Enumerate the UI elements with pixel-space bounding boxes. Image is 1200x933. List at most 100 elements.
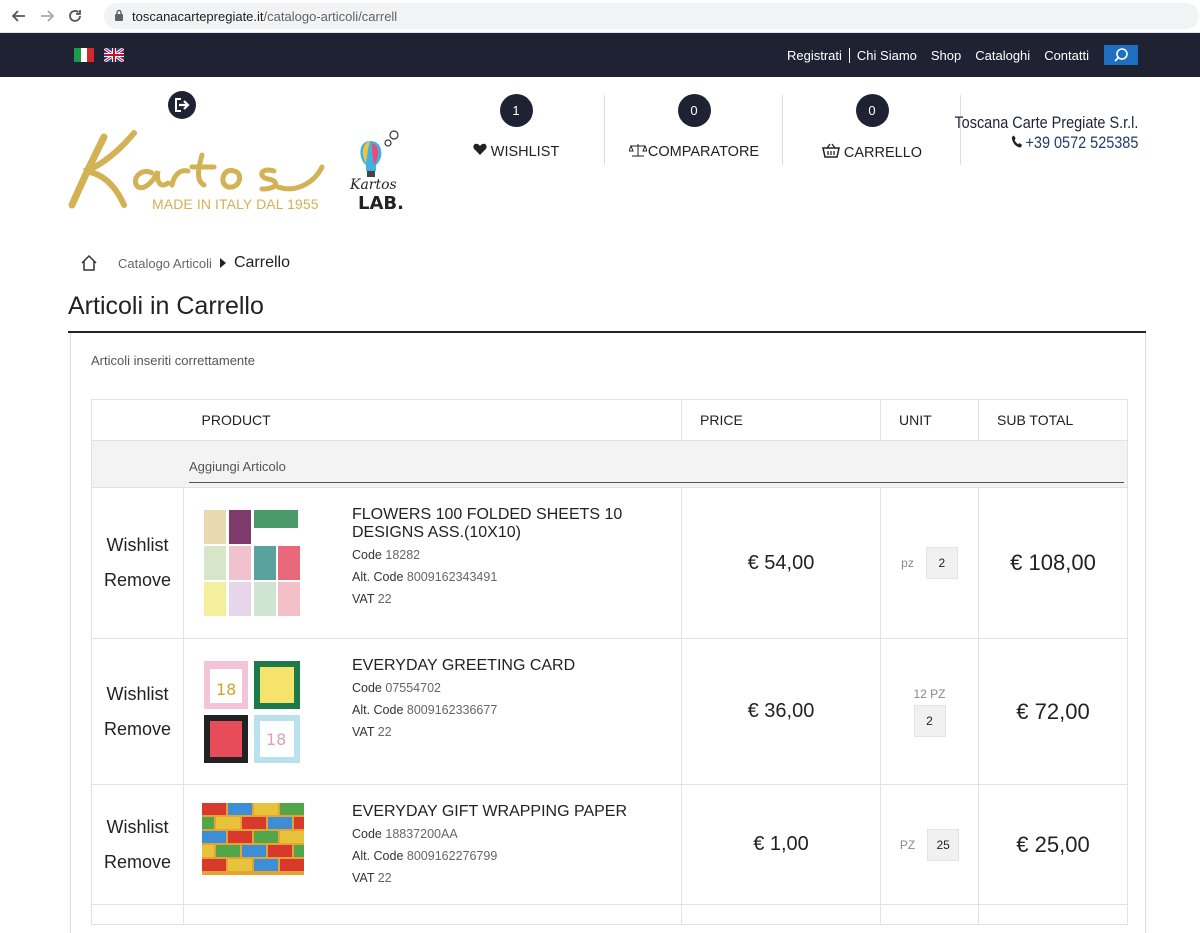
product-cell: EVERYDAY GIFT WRAPPING PAPER Code 188372…	[183, 784, 682, 905]
add-article-row: Aggiungi Articolo	[91, 440, 1128, 488]
code-label: Code	[352, 548, 382, 562]
company-phone[interactable]: +39 0572 525385	[954, 133, 1138, 153]
table-row	[91, 904, 1128, 925]
comparatore-count-badge: 0	[677, 94, 711, 127]
product-subtotal: € 108,00	[978, 487, 1128, 639]
svg-text:LAB.: LAB.	[358, 193, 404, 213]
wishlist-link[interactable]: Wishlist	[92, 817, 183, 838]
top-navigation: Registrati Chi Siamo Shop Cataloghi Cont…	[0, 33, 1200, 77]
top-links: Registrati Chi Siamo Shop Cataloghi Cont…	[780, 45, 1138, 65]
table-header-product: PRODUCT	[183, 399, 682, 441]
product-code: 18837200AA	[385, 827, 458, 841]
product-alt-code: 8009162336677	[406, 703, 498, 717]
quantity-input[interactable]: 2	[913, 704, 946, 737]
company-name: Toscana Carte Pregiate S.r.l.	[954, 113, 1138, 132]
remove-link[interactable]: Remove	[92, 852, 183, 873]
alt-code-label: Alt. Code	[352, 849, 404, 863]
header-divider	[604, 95, 605, 165]
product-name[interactable]: EVERYDAY GIFT WRAPPING PAPER	[352, 803, 642, 821]
product-price: € 1,00	[681, 784, 881, 905]
balance-scale-icon	[628, 143, 648, 161]
phone-icon	[1011, 133, 1022, 153]
remove-link[interactable]: Remove	[92, 719, 183, 740]
wishlist-label: WISHLIST	[490, 143, 560, 160]
search-icon	[1114, 48, 1128, 62]
svg-text:18: 18	[216, 680, 236, 699]
remove-link[interactable]: Remove	[92, 570, 183, 591]
phone-number: +39 0572 525385	[1025, 133, 1138, 152]
unit-cell: pz 2	[880, 487, 979, 639]
header-divider	[782, 95, 783, 165]
vat-label: VAT	[352, 871, 375, 885]
quantity-input[interactable]: 2	[925, 547, 958, 579]
product-cell: FLOWERS 100 FOLDED SHEETS 10 DESIGNS ASS…	[183, 487, 682, 639]
uk-flag-icon[interactable]	[104, 48, 124, 62]
table-header-unit: UNIT	[880, 399, 979, 441]
breadcrumb-catalogo-link[interactable]: Catalogo Articoli	[118, 256, 212, 271]
breadcrumb: Catalogo Articoli Carrello	[80, 254, 290, 272]
code-label: Code	[352, 681, 382, 695]
product-vat: 22	[377, 592, 392, 606]
product-image-wrapping-paper[interactable]	[202, 803, 304, 875]
product-info: EVERYDAY GREETING CARD Code 07554702 Alt…	[352, 657, 642, 741]
logo-tagline: MADE IN ITALY DAL 1955	[152, 196, 319, 212]
table-header-actions	[91, 399, 184, 441]
product-vat: 22	[377, 871, 392, 885]
contatti-link[interactable]: Contatti	[1037, 48, 1096, 63]
product-code: 18282	[385, 548, 421, 562]
alt-code-label: Alt. Code	[352, 570, 404, 584]
product-name[interactable]: FLOWERS 100 FOLDED SHEETS 10 DESIGNS ASS…	[352, 506, 642, 542]
product-image-greeting-card[interactable]: 18 18	[202, 659, 302, 765]
unit-cell: 12 PZ 2	[880, 638, 979, 785]
product-info: EVERYDAY GIFT WRAPPING PAPER Code 188372…	[352, 803, 642, 887]
vat-label: VAT	[352, 725, 375, 739]
page-title: Articoli in Carrello	[68, 292, 264, 320]
shop-link[interactable]: Shop	[924, 48, 968, 63]
comparatore-header[interactable]: 0 COMPARATORE	[628, 94, 760, 164]
table-row: Wishlist Remove FLOWERS 100 FOLDED SHEET…	[91, 487, 1128, 639]
add-article-input[interactable]: Aggiungi Articolo	[189, 459, 1124, 483]
breadcrumb-current: Carrello	[233, 254, 290, 271]
cart-table: PRODUCT PRICE UNIT SUB TOTAL Aggiungi Ar…	[91, 399, 1128, 925]
basket-icon	[821, 143, 840, 162]
success-notice: Articoli inseriti correttamente	[91, 353, 255, 368]
product-name[interactable]: EVERYDAY GREETING CARD	[352, 657, 642, 675]
kartos-lab-logo[interactable]: Kartos LAB.	[344, 129, 424, 213]
site-header: MADE IN ITALY DAL 1955 Kartos LAB. 1 WIS…	[0, 77, 1200, 237]
address-bar[interactable]: toscanacartepregiate.it/catalogo-articol…	[104, 3, 1199, 29]
table-header-price: PRICE	[681, 399, 881, 441]
italian-flag-icon[interactable]	[74, 48, 94, 62]
alt-code-label: Alt. Code	[352, 703, 404, 717]
code-label: Code	[352, 827, 382, 841]
reload-icon[interactable]	[64, 5, 86, 27]
search-button[interactable]	[1104, 45, 1138, 65]
unit-of-measure: pz	[901, 556, 914, 570]
product-alt-code: 8009162276799	[406, 849, 498, 863]
row-actions: Wishlist Remove	[91, 638, 184, 785]
wishlist-link[interactable]: Wishlist	[92, 684, 183, 705]
svg-text:Kartos: Kartos	[349, 177, 397, 193]
unit-cell: PZ 25	[880, 784, 979, 905]
product-image-flowers[interactable]	[202, 508, 302, 618]
url-host: toscanacartepregiate.it	[132, 8, 264, 24]
chi-siamo-link[interactable]: Chi Siamo	[850, 48, 924, 63]
home-icon[interactable]	[80, 254, 98, 272]
cart-panel: Articoli inseriti correttamente PRODUCT …	[70, 333, 1146, 933]
product-subtotal: € 72,00	[978, 638, 1128, 785]
product-price: € 36,00	[681, 638, 881, 785]
table-row: Wishlist Remove EVERYDAY GIFT WRAPPING P…	[91, 784, 1128, 905]
back-arrow-icon[interactable]	[8, 5, 30, 27]
wishlist-header[interactable]: 1 WISHLIST	[473, 94, 559, 164]
quantity-input[interactable]: 25	[927, 828, 960, 861]
logout-icon[interactable]	[168, 91, 196, 119]
registrati-link[interactable]: Registrati	[780, 47, 850, 63]
forward-arrow-icon[interactable]	[36, 5, 58, 27]
carrello-header[interactable]: 0 CARRELLO	[820, 94, 924, 164]
cataloghi-link[interactable]: Cataloghi	[968, 48, 1037, 63]
unit-of-measure: PZ	[899, 837, 916, 852]
carrello-label: CARRELLO	[843, 144, 923, 161]
comparatore-label: COMPARATORE	[647, 144, 760, 160]
wishlist-link[interactable]: Wishlist	[92, 535, 183, 556]
table-header-row: PRODUCT PRICE UNIT SUB TOTAL	[91, 399, 1128, 441]
browser-toolbar: toscanacartepregiate.it/catalogo-articol…	[0, 0, 1200, 33]
